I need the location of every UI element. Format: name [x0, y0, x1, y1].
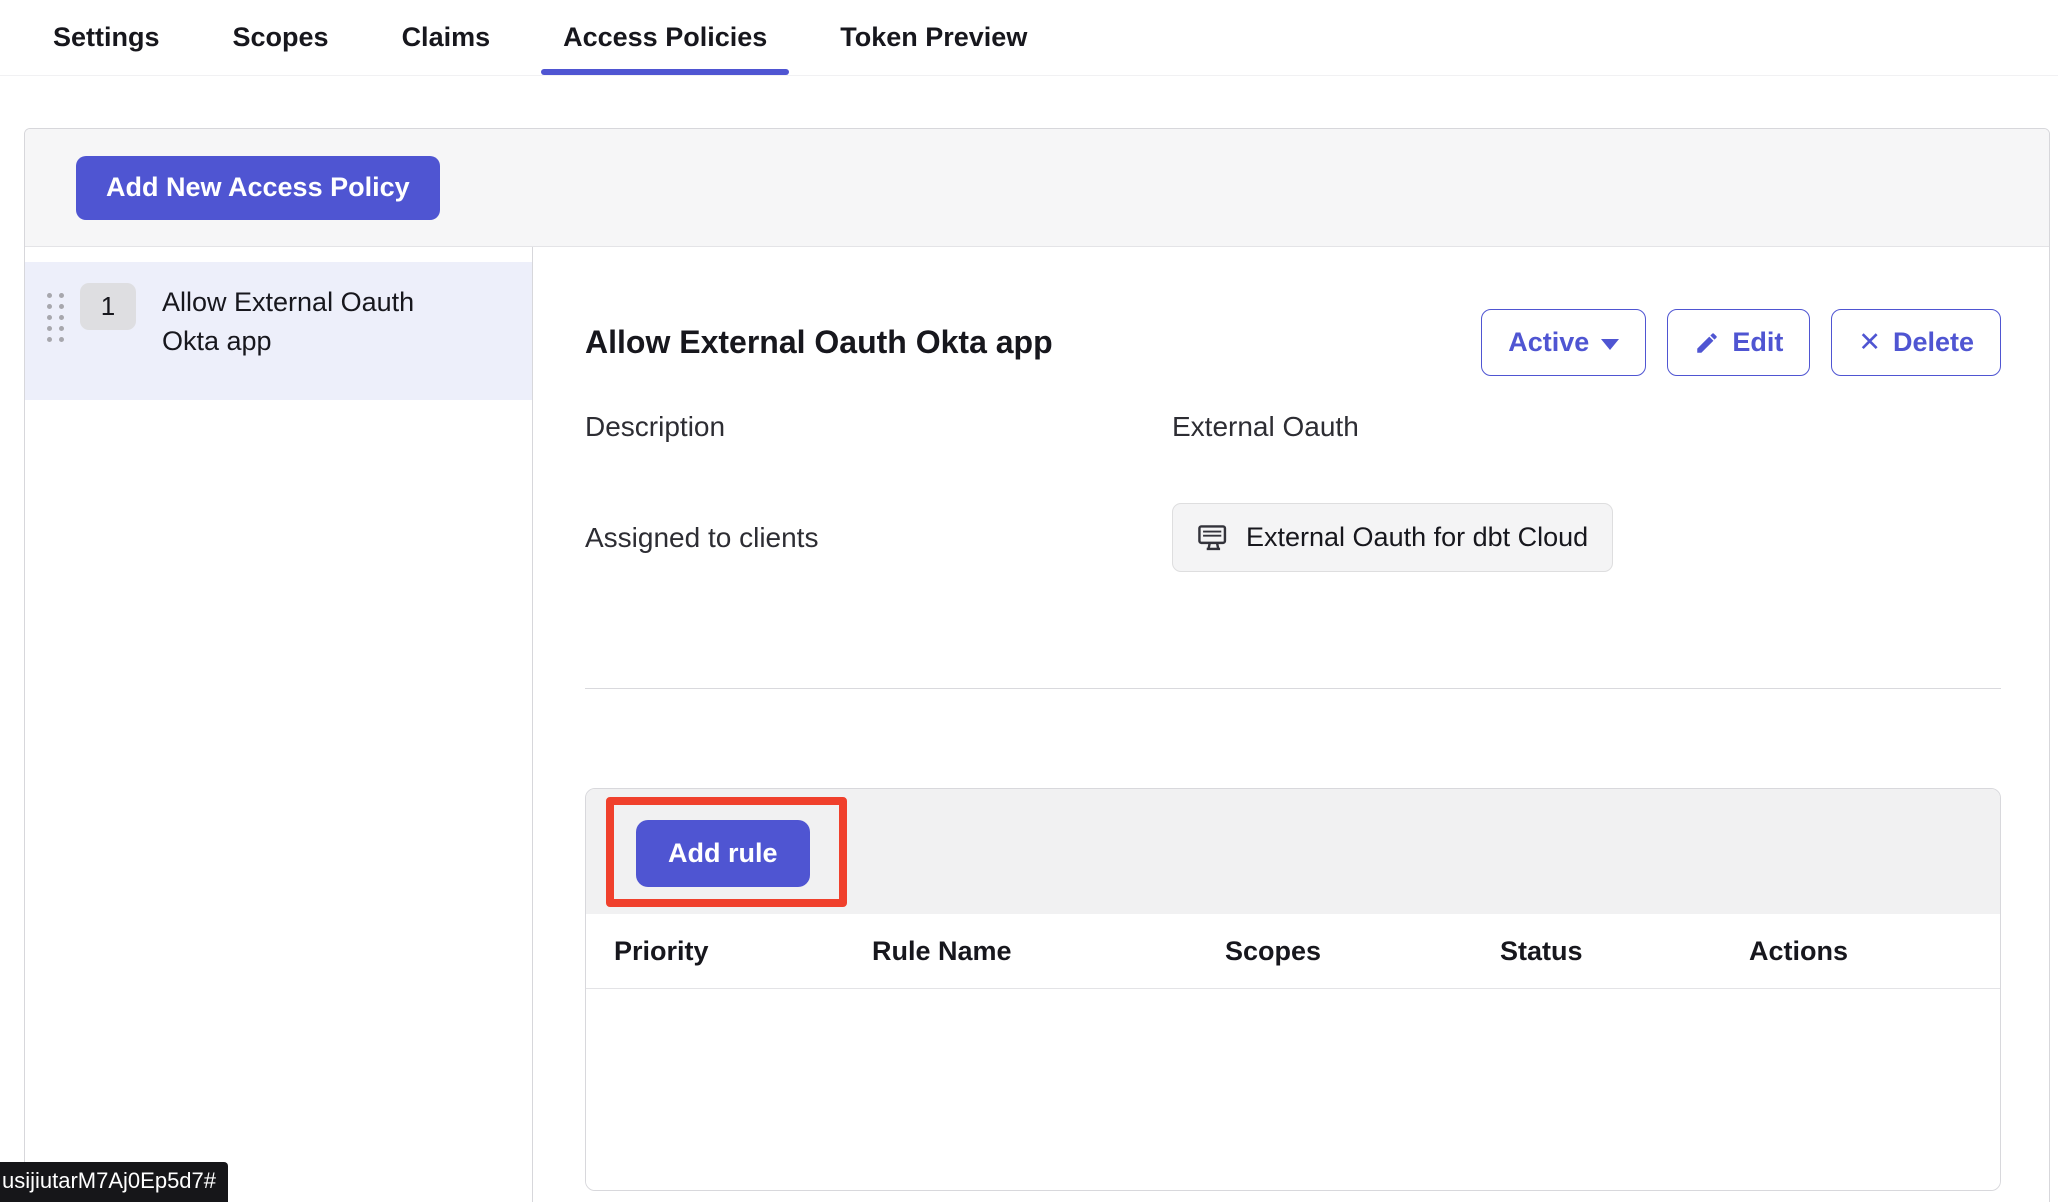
client-chip-label: External Oauth for dbt Cloud — [1246, 522, 1588, 553]
delete-button-label: Delete — [1893, 327, 1974, 358]
policy-name-label: Allow External Oauth Okta app — [162, 283, 452, 361]
tab-token-preview[interactable]: Token Preview — [840, 0, 1027, 75]
monitor-icon — [1197, 524, 1231, 552]
policy-list-sidebar: 1 Allow External Oauth Okta app — [25, 247, 533, 1202]
page-title: Allow External Oauth Okta app — [585, 324, 1053, 361]
client-chip[interactable]: External Oauth for dbt Cloud — [1172, 503, 1613, 572]
section-divider — [585, 688, 2001, 689]
rules-toolbar: Add rule — [586, 789, 2000, 914]
add-new-access-policy-button[interactable]: Add New Access Policy — [76, 156, 440, 220]
edit-button-label: Edit — [1732, 327, 1783, 358]
chevron-down-icon — [1601, 339, 1619, 350]
access-policies-panel: Add New Access Policy 1 Allow External O… — [24, 128, 2050, 1202]
close-icon: ✕ — [1858, 329, 1881, 356]
delete-button[interactable]: ✕ Delete — [1831, 309, 2001, 376]
rules-table-body — [586, 989, 2000, 1191]
description-label: Description — [585, 411, 1172, 443]
column-header-actions: Actions — [1749, 936, 1972, 967]
assigned-clients-row: Assigned to clients — [585, 503, 2001, 572]
tab-scopes[interactable]: Scopes — [233, 0, 329, 75]
rules-panel: Add rule Priority Rule Name Scopes Statu… — [585, 788, 2001, 1191]
tab-bar: Settings Scopes Claims Access Policies T… — [0, 0, 2058, 76]
assigned-clients-label: Assigned to clients — [585, 522, 1172, 554]
status-dropdown-button[interactable]: Active — [1481, 309, 1646, 376]
status-tooltip: usijiutarM7Aj0Ep5d7# — [0, 1162, 228, 1202]
panel-body: 1 Allow External Oauth Okta app Allow Ex… — [25, 247, 2049, 1202]
column-header-scopes: Scopes — [1225, 936, 1500, 967]
column-header-status: Status — [1500, 936, 1749, 967]
policy-detail: Allow External Oauth Okta app Active — [533, 247, 2049, 1202]
pencil-icon — [1694, 330, 1720, 356]
description-value: External Oauth — [1172, 411, 2001, 443]
rules-table-header: Priority Rule Name Scopes Status Actions — [586, 914, 2000, 989]
drag-handle-icon[interactable] — [47, 293, 64, 348]
tab-claims[interactable]: Claims — [402, 0, 491, 75]
policy-list-item[interactable]: 1 Allow External Oauth Okta app — [25, 262, 532, 400]
panel-toolbar: Add New Access Policy — [25, 129, 2049, 247]
column-header-priority: Priority — [614, 936, 872, 967]
policy-detail-header: Allow External Oauth Okta app Active — [585, 309, 2001, 376]
edit-button[interactable]: Edit — [1667, 309, 1810, 376]
policy-priority-badge: 1 — [80, 283, 136, 330]
policy-actions: Active Edit ✕ — [1481, 309, 2001, 376]
description-row: Description External Oauth — [585, 411, 2001, 443]
column-header-rule-name: Rule Name — [872, 936, 1225, 967]
tab-settings[interactable]: Settings — [53, 0, 160, 75]
add-rule-button[interactable]: Add rule — [636, 820, 810, 887]
authorization-server-page: Settings Scopes Claims Access Policies T… — [0, 0, 2058, 1202]
tab-access-policies[interactable]: Access Policies — [563, 0, 767, 75]
annotation-highlight-box: Add rule — [606, 797, 847, 907]
status-dropdown-label: Active — [1508, 327, 1589, 358]
